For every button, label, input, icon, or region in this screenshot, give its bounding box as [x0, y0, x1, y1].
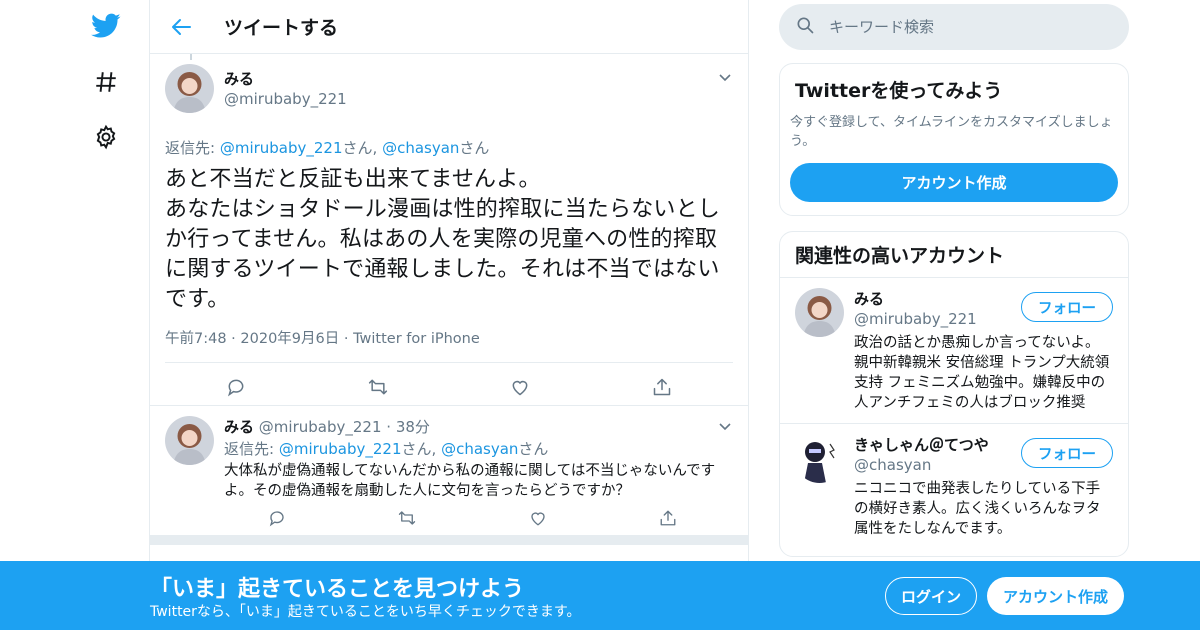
avatar[interactable]	[165, 416, 214, 465]
chevron-down-icon[interactable]	[717, 69, 733, 85]
main-header: ツイートする	[150, 0, 748, 54]
related-user-row[interactable]: きゃしゃん＠てつや @chasyan フォロー ニコニコで曲発表したりしている下…	[780, 424, 1128, 549]
reply-user-link[interactable]: @mirubaby_221	[279, 440, 402, 458]
share-icon[interactable]	[591, 377, 733, 397]
focus-tweet: みる @mirubaby_221 返信先: @mirubaby_221さん, @…	[150, 54, 748, 411]
avatar[interactable]	[165, 64, 214, 113]
signup-card-description: 今すぐ登録して、タイムラインをカスタマイズしましょう。	[790, 115, 1113, 149]
avatar[interactable]	[795, 288, 844, 337]
login-button[interactable]: ログイン	[885, 577, 977, 615]
user-bio: 政治の話とか愚痴しか言ってないよ。親中新韓親米 安倍総理 トランプ大統領 支持 …	[854, 335, 1110, 411]
search-icon	[795, 15, 815, 39]
hashtag-icon[interactable]	[90, 66, 122, 98]
tweet-timestamp: 午前7:48 · 2020年9月6日 · Twitter for iPhone	[165, 327, 733, 363]
tweet-text: 大体私が虚偽通報してないんだから私の通報に関しては不当じゃないんですよ。その虚偽…	[224, 463, 716, 499]
search-input[interactable]	[829, 18, 1109, 36]
author-name[interactable]: みる	[224, 68, 347, 89]
reply-user-link[interactable]: @chasyan	[441, 440, 518, 458]
signup-card-title: Twitterを使ってみよう	[795, 80, 1003, 102]
timeline-divider	[150, 535, 748, 545]
share-icon[interactable]	[603, 509, 733, 527]
follow-button[interactable]: フォロー	[1021, 292, 1113, 322]
retweet-icon[interactable]	[307, 377, 449, 397]
back-arrow-icon[interactable]	[170, 16, 192, 38]
search-box[interactable]	[779, 4, 1129, 50]
avatar[interactable]	[795, 434, 844, 483]
left-nav	[80, 0, 140, 630]
reply-context: 返信先: @mirubaby_221さん, @chasyanさん	[224, 440, 549, 458]
reply-header: みる @mirubaby_221 · 38分	[224, 418, 430, 436]
reply-tweet[interactable]: みる @mirubaby_221 · 38分 返信先: @mirubaby_22…	[150, 405, 748, 535]
reply-user-link[interactable]: @mirubaby_221	[220, 139, 343, 157]
tweet-actions	[212, 509, 733, 527]
author-handle[interactable]: @mirubaby_221	[224, 90, 347, 108]
author-handle[interactable]: @mirubaby_221	[259, 418, 382, 436]
reply-user-link[interactable]: @chasyan	[382, 139, 459, 157]
like-icon[interactable]	[473, 509, 603, 527]
banner-subtitle: Twitterなら、「いま」起きていることをいち早くチェックできます。	[150, 604, 581, 620]
related-user-row[interactable]: みる @mirubaby_221 フォロー 政治の話とか愚痴しか言ってないよ。親…	[780, 278, 1128, 424]
twitter-bird-icon[interactable]	[90, 10, 122, 42]
chevron-down-icon[interactable]	[717, 418, 733, 434]
user-bio: ニコニコで曲発表したりしている下手の横好き素人。広く浅くいろんなヲタ属性をたしな…	[854, 481, 1101, 537]
banner-create-account-button[interactable]: アカウント作成	[987, 577, 1124, 615]
reply-context: 返信先: @mirubaby_221さん, @chasyanさん	[165, 139, 490, 157]
page-title: ツイートする	[224, 17, 339, 39]
like-icon[interactable]	[449, 377, 591, 397]
create-account-button[interactable]: アカウント作成	[790, 163, 1118, 202]
reply-icon[interactable]	[165, 377, 307, 397]
reply-icon[interactable]	[212, 509, 342, 527]
retweet-icon[interactable]	[342, 509, 472, 527]
main-column: ツイートする みる @mirubaby_221 返信先: @mirubaby_2…	[149, 0, 749, 630]
follow-button[interactable]: フォロー	[1021, 438, 1113, 468]
tweet-age[interactable]: 38分	[396, 418, 430, 436]
signup-banner: 「いま」起きていることを見つけよう Twitterなら、「いま」起きていることを…	[0, 561, 1200, 630]
tweet-actions	[165, 363, 733, 411]
related-accounts-card: 関連性の高いアカウント みる @mirubaby_221 フォロー 政治の話とか…	[779, 231, 1129, 557]
tweet-text: あと不当だと反証も出来てませんよ。 あなたはショタドール漫画は性的搾取に当たらな…	[165, 167, 721, 312]
gear-icon[interactable]	[90, 121, 122, 153]
author-name[interactable]: みる	[224, 418, 254, 436]
banner-title: 「いま」起きていることを見つけよう	[150, 577, 525, 602]
signup-card: Twitterを使ってみよう 今すぐ登録して、タイムラインをカスタマイズしましょ…	[779, 63, 1129, 216]
related-accounts-title: 関連性の高いアカウント	[780, 232, 1128, 278]
